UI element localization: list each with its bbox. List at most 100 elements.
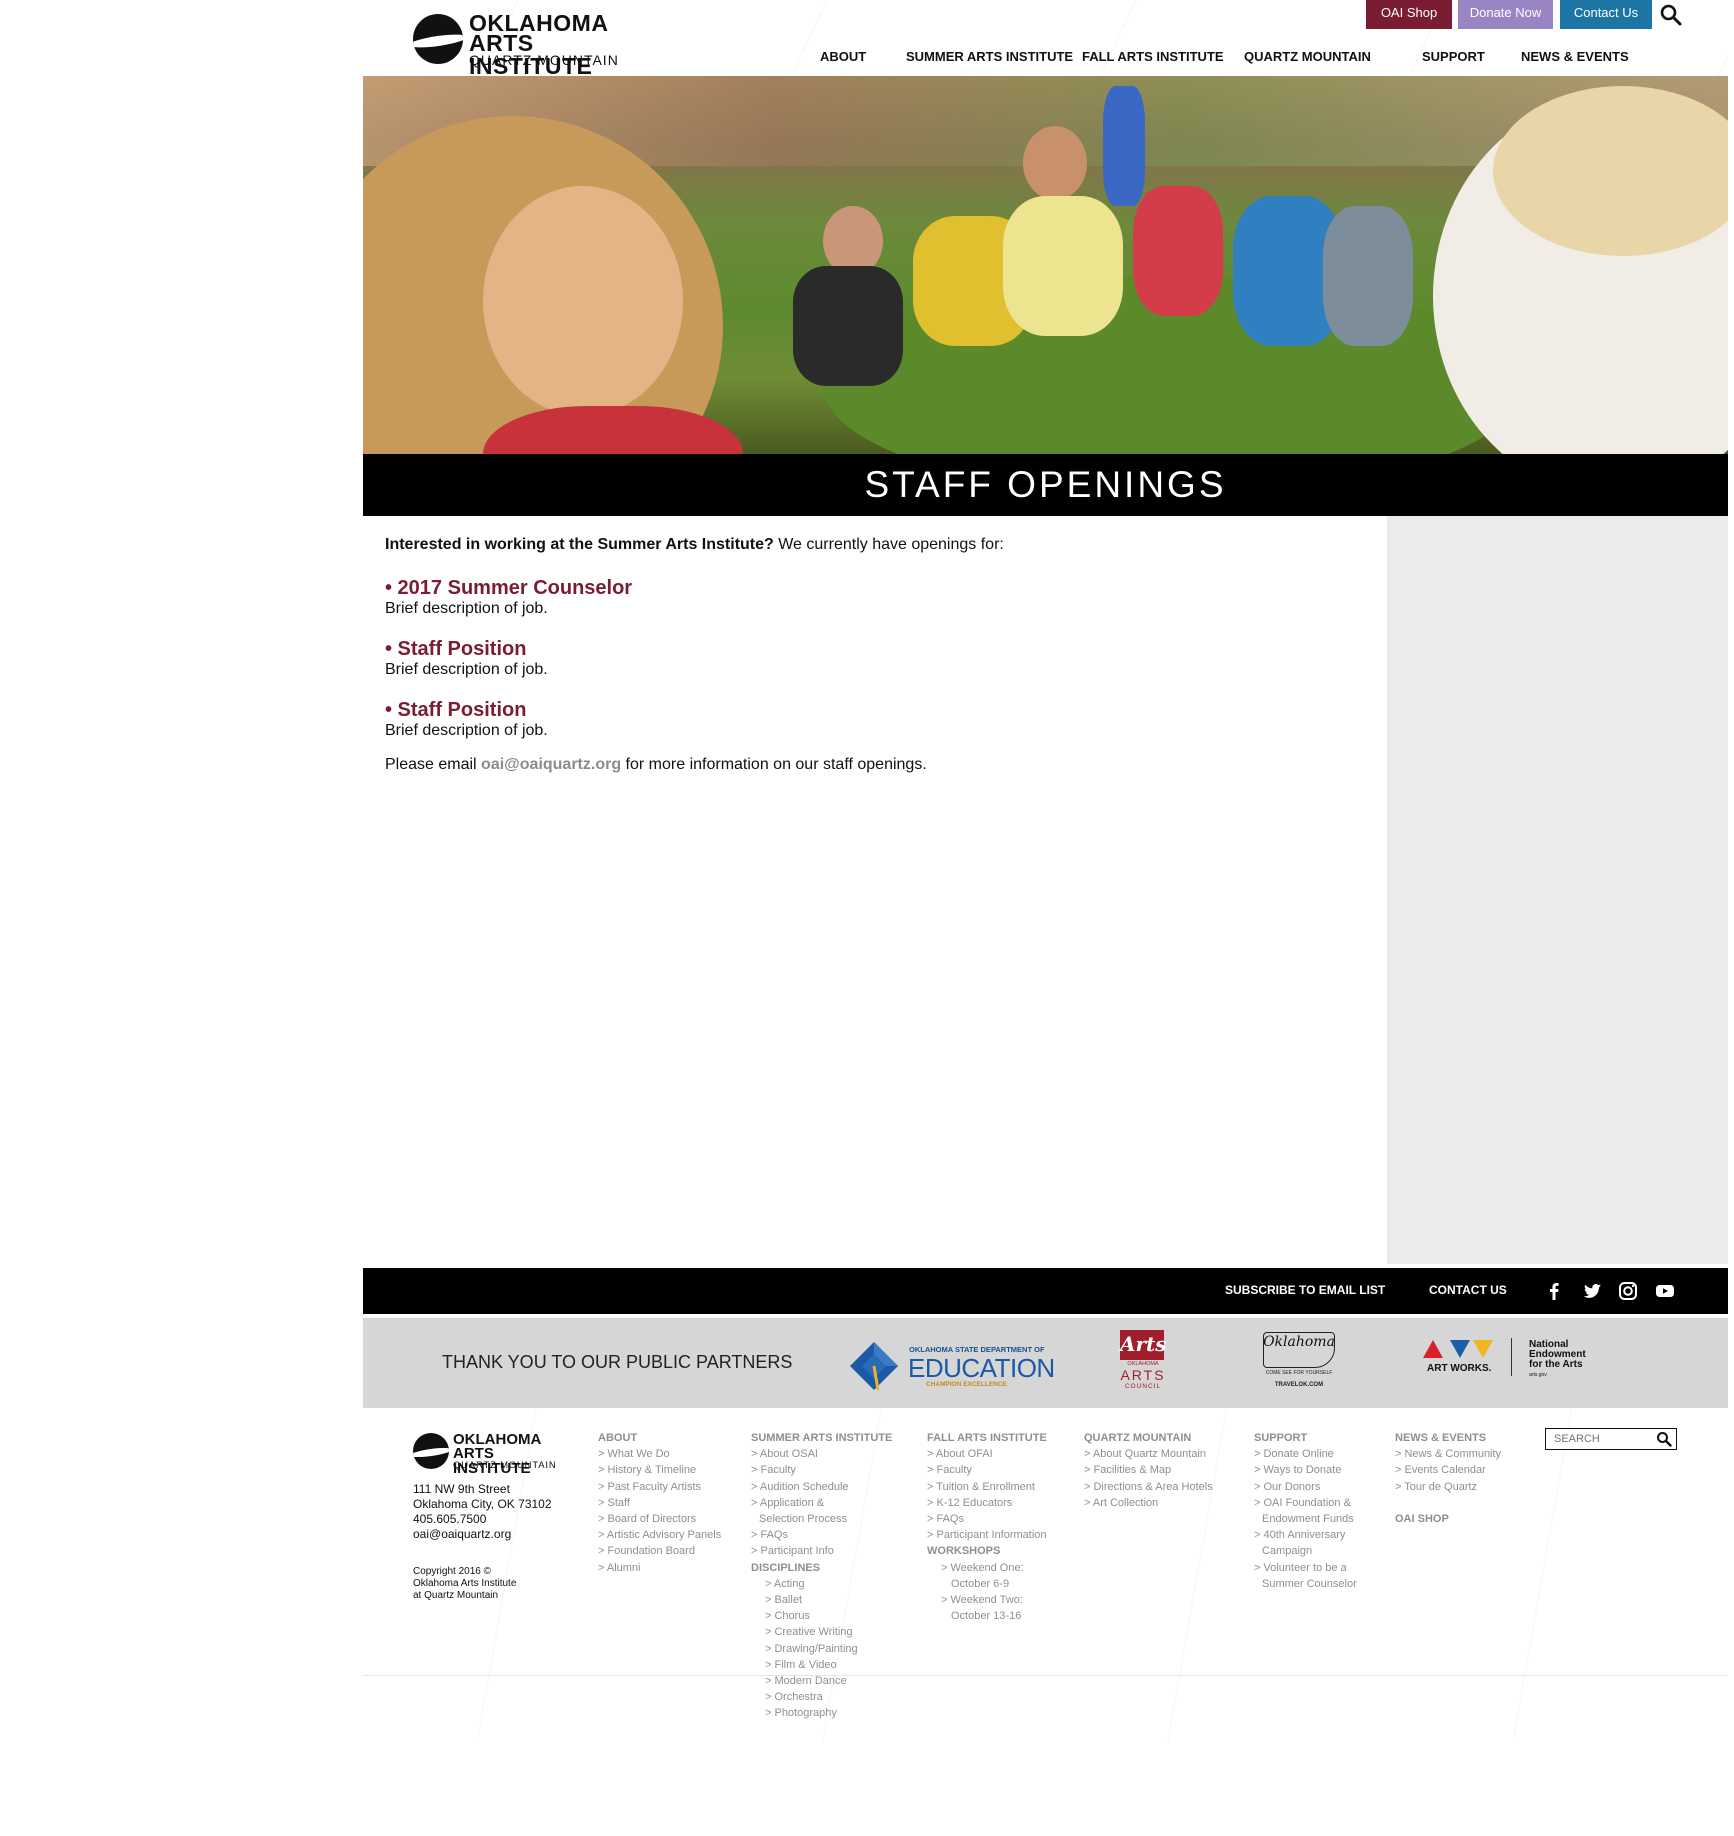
nav-quartz-mountain[interactable]: QUARTZ MOUNTAIN (1244, 49, 1371, 64)
footer-link[interactable]: > Our Donors (1254, 1479, 1357, 1495)
subscribe-link[interactable]: SUBSCRIBE TO EMAIL LIST (1225, 1283, 1385, 1297)
footer-heading-about[interactable]: ABOUT (598, 1430, 721, 1446)
footer-link[interactable]: > Tuition & Enrollment (927, 1479, 1047, 1495)
footer-link[interactable]: > FAQs (751, 1527, 892, 1543)
footer-link[interactable]: > Ballet (751, 1592, 892, 1608)
footer-link[interactable]: > Film & Video (751, 1657, 892, 1673)
footer-link[interactable]: > Chorus (751, 1608, 892, 1624)
footer-link[interactable]: > Creative Writing (751, 1624, 892, 1640)
footer-link[interactable]: > Ways to Donate (1254, 1462, 1357, 1478)
footer-heading-workshops[interactable]: WORKSHOPS (927, 1543, 1047, 1559)
footer-link[interactable]: > What We Do (598, 1446, 721, 1462)
oai-shop-button[interactable]: OAI Shop (1366, 0, 1452, 29)
footer-col-about: ABOUT > What We Do > History & Timeline … (598, 1430, 721, 1576)
copyright-line: at Quartz Mountain (413, 1590, 499, 1601)
footer-link[interactable]: > Weekend One: (927, 1560, 1047, 1576)
footer-link[interactable]: > Alumni (598, 1560, 721, 1576)
footer-address: 111 NW 9th Street Oklahoma City, OK 7310… (413, 1482, 552, 1542)
footer-link[interactable]: > Orchestra (751, 1689, 892, 1705)
nav-support[interactable]: SUPPORT (1422, 49, 1485, 64)
footer-link-cont[interactable]: Selection Process (751, 1511, 892, 1527)
footer-heading-summer[interactable]: SUMMER ARTS INSTITUTE (751, 1430, 892, 1446)
footer-link[interactable]: > About Quartz Mountain (1084, 1446, 1213, 1462)
nav-news-events[interactable]: NEWS & EVENTS (1521, 49, 1629, 64)
footer-link-cont[interactable]: October 6-9 (927, 1576, 1047, 1592)
footer-link[interactable]: > Foundation Board (598, 1543, 721, 1559)
footer-link[interactable]: > Weekend Two: (927, 1592, 1047, 1608)
partners-title: THANK YOU TO OUR PUBLIC PARTNERS (442, 1352, 793, 1372)
twitter-icon[interactable] (1581, 1280, 1603, 1302)
email-link[interactable]: oai@oaiquartz.org (481, 756, 621, 773)
travel-ok-logo[interactable]: Oklahoma COME SEE FOR YOURSELF TRAVELOK.… (1261, 1332, 1337, 1392)
footer-link[interactable]: > Application & (751, 1495, 892, 1511)
facebook-icon[interactable] (1543, 1280, 1565, 1302)
nav-summer-arts-institute[interactable]: SUMMER ARTS INSTITUTE (906, 49, 1073, 64)
footer-link[interactable]: > Faculty (927, 1462, 1047, 1478)
footer-link[interactable]: > Drawing/Painting (751, 1641, 892, 1657)
footer-link[interactable]: > Participant Information (927, 1527, 1047, 1543)
footer-heading-fall[interactable]: FALL ARTS INSTITUTE (927, 1430, 1047, 1446)
footer-link[interactable]: > Past Faculty Artists (598, 1479, 721, 1495)
travel-url-text: TRAVELOK.COM (1274, 1382, 1324, 1388)
footer-link[interactable]: > 40th Anniversary (1254, 1527, 1357, 1543)
footer-link[interactable]: > Audition Schedule (751, 1479, 892, 1495)
donate-now-button[interactable]: Donate Now (1458, 0, 1553, 29)
footer-heading-support[interactable]: SUPPORT (1254, 1430, 1357, 1446)
footer-link[interactable]: > Participant Info (751, 1543, 892, 1559)
address-phone: 405.605.7500 (413, 1512, 487, 1526)
nea-logo[interactable]: ART WORKS. National Endowment for the Ar… (1423, 1338, 1613, 1388)
footer-contact-link[interactable]: CONTACT US (1429, 1283, 1507, 1297)
footer-col-support: SUPPORT > Donate Online > Ways to Donate… (1254, 1430, 1357, 1592)
footer-link[interactable]: > Artistic Advisory Panels (598, 1527, 721, 1543)
nav-fall-arts-institute[interactable]: FALL ARTS INSTITUTE (1082, 49, 1224, 64)
education-logo[interactable]: OKLAHOMA STATE DEPARTMENT OF EDUCATION C… (848, 1340, 1055, 1394)
footer-link[interactable]: > Facilities & Map (1084, 1462, 1213, 1478)
footer-link-cont[interactable]: Summer Counselor (1254, 1576, 1357, 1592)
footer-link-cont[interactable]: Endowment Funds (1254, 1511, 1357, 1527)
footer-heading-disciplines[interactable]: DISCIPLINES (751, 1560, 892, 1576)
education-diamond-icon (850, 1342, 898, 1391)
footer-link[interactable]: > News & Community (1395, 1446, 1501, 1462)
footer-link[interactable]: > Volunteer to be a (1254, 1560, 1357, 1576)
search-icon[interactable] (1656, 1431, 1672, 1447)
footer-link[interactable]: > About OFAI (927, 1446, 1047, 1462)
footer-link[interactable]: > OAI Foundation & (1254, 1495, 1357, 1511)
footer-link[interactable]: > K-12 Educators (927, 1495, 1047, 1511)
footer-link[interactable]: > FAQs (927, 1511, 1047, 1527)
footer-oai-shop-link[interactable]: OAI SHOP (1395, 1511, 1501, 1527)
instagram-icon[interactable] (1617, 1280, 1639, 1302)
travel-tag-text: COME SEE FOR YOURSELF (1265, 1370, 1333, 1376)
footer-link-cont[interactable]: October 13-16 (927, 1608, 1047, 1624)
nav-about[interactable]: ABOUT (820, 49, 866, 64)
footer-link[interactable]: > Staff (598, 1495, 721, 1511)
footer-link[interactable]: > Donate Online (1254, 1446, 1357, 1462)
footer-link-cont[interactable]: Campaign (1254, 1543, 1357, 1559)
footer-search-input[interactable] (1552, 1431, 1656, 1447)
footer-link[interactable]: > Faculty (751, 1462, 892, 1478)
email-pre: Please email (385, 756, 482, 773)
youtube-icon[interactable] (1654, 1280, 1676, 1302)
footer-heading-news[interactable]: NEWS & EVENTS (1395, 1430, 1501, 1446)
arts-council-logo[interactable]: Arts OKLAHOMA ARTS COUNCIL (1118, 1330, 1168, 1392)
intro-rest: We currently have openings for: (773, 536, 1004, 553)
footer-link[interactable]: > Photography (751, 1705, 892, 1721)
job-title-link[interactable]: • Staff Position (385, 637, 548, 661)
address-email-link[interactable]: oai@oaiquartz.org (413, 1527, 511, 1541)
job-title-link[interactable]: • 2017 Summer Counselor (385, 576, 632, 600)
footer-link[interactable]: > Acting (751, 1576, 892, 1592)
footer-link[interactable]: > Tour de Quartz (1395, 1479, 1501, 1495)
footer-heading-quartz[interactable]: QUARTZ MOUNTAIN (1084, 1430, 1213, 1446)
footer-logo[interactable]: OKLAHOMA ARTS INSTITUTE QUARTZ MOUNTAIN (413, 1432, 563, 1476)
search-icon[interactable] (1659, 3, 1683, 27)
footer-link[interactable]: > Events Calendar (1395, 1462, 1501, 1478)
partners-band: THANK YOU TO OUR PUBLIC PARTNERS OKLAHOM… (363, 1318, 1728, 1408)
footer-link[interactable]: > History & Timeline (598, 1462, 721, 1478)
contact-us-button[interactable]: Contact Us (1560, 0, 1652, 29)
footer-link[interactable]: > About OSAI (751, 1446, 892, 1462)
job-title-link[interactable]: • Staff Position (385, 698, 548, 722)
footer-link[interactable]: > Board of Directors (598, 1511, 721, 1527)
footer-link[interactable]: > Art Collection (1084, 1495, 1213, 1511)
address-city: Oklahoma City, OK 73102 (413, 1497, 552, 1511)
footer-link[interactable]: > Directions & Area Hotels (1084, 1479, 1213, 1495)
page-title: STAFF OPENINGS (864, 464, 1227, 505)
